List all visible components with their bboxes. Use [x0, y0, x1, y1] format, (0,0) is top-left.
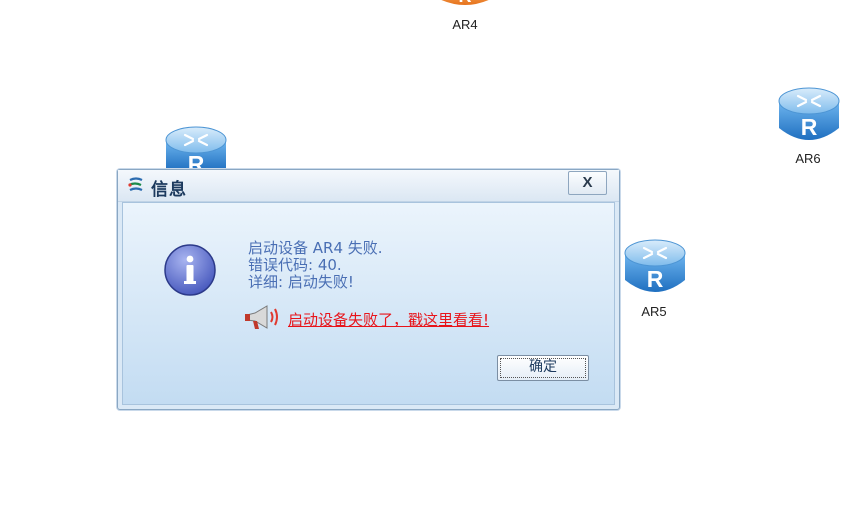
ok-button[interactable]: 确定	[497, 355, 589, 381]
svg-text:R: R	[188, 151, 205, 171]
router-icon: R	[624, 239, 686, 292]
svg-text:R: R	[801, 114, 818, 140]
router-icon: R	[778, 87, 840, 140]
dialog-titlebar[interactable]: 信息 X	[118, 170, 619, 202]
message-line: 详细: 启动失败!	[248, 273, 354, 291]
message-line: 启动设备 AR4 失败.	[248, 239, 383, 257]
router-ar4-label: AR4	[452, 17, 478, 32]
router-ar4[interactable]: R	[435, 0, 495, 8]
error-message: 启动设备 AR4 失败. 错误代码: 40. 详细: 启动失败!	[248, 240, 383, 291]
close-button[interactable]: X	[568, 171, 607, 195]
svg-text:R: R	[459, 0, 472, 6]
router-ar6-label: AR6	[795, 151, 821, 166]
router-icon: R	[165, 126, 227, 171]
router-ar5[interactable]: R	[624, 238, 686, 296]
svg-text:R: R	[647, 266, 664, 292]
router-ar6[interactable]: R	[778, 86, 840, 144]
app-logo-icon	[128, 177, 143, 192]
dialog-body: 启动设备 AR4 失败. 错误代码: 40. 详细: 启动失败! 启动设备失败了…	[122, 202, 615, 405]
megaphone-icon	[245, 305, 278, 329]
dialog-title: 信息	[151, 180, 187, 200]
router-partial[interactable]: R	[165, 125, 227, 171]
router-icon: R	[441, 0, 489, 6]
info-dialog: 信息 X 启动设备 AR4 失败. 错误代码: 40. 详细: 启动失败! 启动…	[117, 169, 620, 410]
info-icon	[164, 244, 216, 296]
router-ar5-label: AR5	[641, 304, 667, 319]
help-link[interactable]: 启动设备失败了，戳这里看看!	[288, 309, 489, 330]
message-line: 错误代码: 40.	[248, 256, 342, 274]
